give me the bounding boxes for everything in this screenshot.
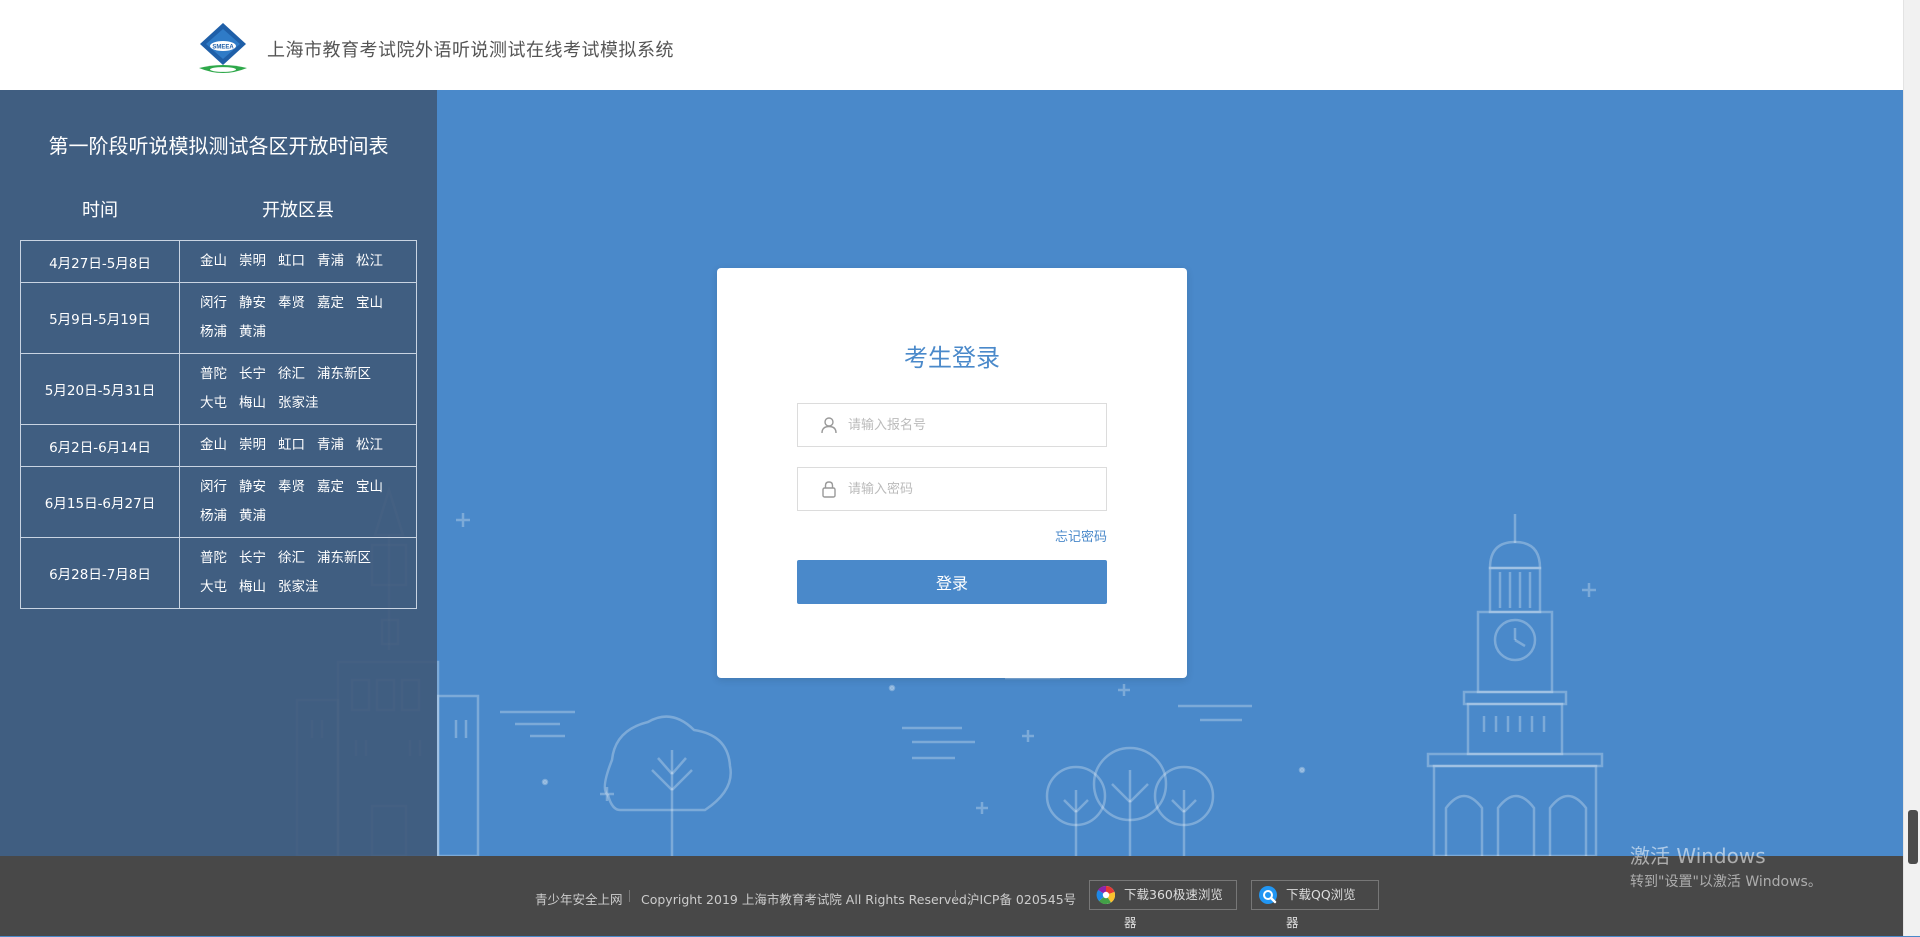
- activation-line-2: 转到"设置"以激活 Windows。: [1630, 874, 1822, 890]
- schedule-panel: 第一阶段听说模拟测试各区开放时间表 时间 开放区县 4月27日-5月8日 金山 崇明…: [0, 90, 437, 856]
- schedule-title: 第一阶段听说模拟测试各区开放时间表: [48, 134, 389, 158]
- district-name: 黄浦: [239, 324, 266, 340]
- svg-text:SMEEA: SMEEA: [212, 45, 234, 51]
- district-name: 宝山: [356, 479, 383, 495]
- district-name: 普陀: [200, 366, 227, 382]
- district-name: 青浦: [317, 253, 344, 269]
- district-name: 松江: [356, 253, 383, 269]
- schedule-header-districts: 开放区县: [262, 200, 334, 221]
- district-name: 松江: [356, 437, 383, 453]
- district-name: 长宁: [239, 550, 266, 566]
- footer: 青少年安全上网 Copyright 2019 上海市教育考试院 All Righ…: [0, 856, 1904, 936]
- district-name: 长宁: [239, 366, 266, 382]
- district-name: 嘉定: [317, 479, 344, 495]
- district-name: 奉贤: [278, 295, 305, 311]
- district-name: 崇明: [239, 437, 266, 453]
- qq-browser-icon: [1259, 886, 1277, 904]
- district-name: 静安: [239, 295, 266, 311]
- schedule-districts-cell: 金山 崇明 虹口 青浦 松江: [179, 240, 417, 283]
- username-field[interactable]: [797, 403, 1107, 447]
- password-input[interactable]: [848, 468, 1098, 510]
- schedule-time-cell: 6月28日-7月8日: [20, 537, 180, 609]
- schedule-time-cell: 5月9日-5月19日: [20, 282, 180, 354]
- login-button[interactable]: 登录: [797, 560, 1107, 604]
- footer-divider: [629, 890, 630, 902]
- district-name: 梅山: [239, 395, 266, 411]
- download-360-label: 下载360极速浏览器: [1124, 887, 1223, 930]
- district-name: 普陀: [200, 550, 227, 566]
- schedule-districts-cell: 闵行 静安 奉贤 嘉定 宝山杨浦 黄浦: [179, 466, 417, 538]
- schedule-row: 5月20日-5月31日 普陀 长宁 徐汇 浦东新区大屯 梅山 张家洼: [20, 353, 417, 425]
- district-name: 梅山: [239, 579, 266, 595]
- district-name: 张家洼: [278, 395, 319, 411]
- activation-line-1: 激活 Windows: [1630, 844, 1766, 868]
- download-qq-browser-button[interactable]: 下载QQ浏览器: [1251, 880, 1379, 930]
- schedule-row: 6月2日-6月14日 金山 崇明 虹口 青浦 松江: [20, 424, 417, 467]
- site-title: 上海市教育考试院外语听说测试在线考试模拟系统: [267, 40, 674, 61]
- schedule-time-cell: 6月2日-6月14日: [20, 424, 180, 467]
- user-icon: [821, 417, 837, 434]
- schedule-row: 6月15日-6月27日 闵行 静安 奉贤 嘉定 宝山杨浦 黄浦: [20, 466, 417, 538]
- district-name: 闵行: [200, 479, 227, 495]
- district-name: 金山: [200, 253, 227, 269]
- schedule-districts-cell: 普陀 长宁 徐汇 浦东新区大屯 梅山 张家洼: [179, 353, 417, 425]
- district-name: 嘉定: [317, 295, 344, 311]
- smeea-logo: SMEEA: [199, 23, 247, 73]
- icp-link[interactable]: 沪ICP备 020545号: [967, 889, 1076, 908]
- schedule-districts-cell: 金山 崇明 虹口 青浦 松江: [179, 424, 417, 467]
- username-input[interactable]: [848, 404, 1098, 446]
- header: SMEEA 上海市教育考试院外语听说测试在线考试模拟系统: [0, 0, 1904, 90]
- copyright-text: Copyright 2019 上海市教育考试院 All Rights Reser…: [641, 892, 971, 907]
- district-name: 崇明: [239, 253, 266, 269]
- safe-internet-link[interactable]: 青少年安全上网: [535, 889, 623, 908]
- district-name: 大屯: [200, 579, 227, 595]
- district-name: 徐汇: [278, 550, 305, 566]
- district-name: 张家洼: [278, 579, 319, 595]
- district-name: 杨浦: [200, 508, 227, 524]
- district-name: 虹口: [278, 437, 305, 453]
- district-name: 浦东新区: [317, 366, 371, 382]
- district-name: 奉贤: [278, 479, 305, 495]
- download-qq-label: 下载QQ浏览器: [1286, 887, 1356, 930]
- footer-divider: [955, 890, 956, 902]
- schedule-districts-cell: 普陀 长宁 徐汇 浦东新区大屯 梅山 张家洼: [179, 537, 417, 609]
- vertical-scrollbar[interactable]: [1903, 0, 1920, 936]
- schedule-row: 6月28日-7月8日 普陀 长宁 徐汇 浦东新区大屯 梅山 张家洼: [20, 537, 417, 609]
- schedule-row: 5月9日-5月19日 闵行 静安 奉贤 嘉定 宝山杨浦 黄浦: [20, 282, 417, 354]
- schedule-row: 4月27日-5月8日 金山 崇明 虹口 青浦 松江: [20, 240, 417, 283]
- district-name: 虹口: [278, 253, 305, 269]
- download-360-browser-button[interactable]: 下载360极速浏览器: [1089, 880, 1237, 930]
- schedule-table: 4月27日-5月8日 金山 崇明 虹口 青浦 松江 5月9日-5月19日 闵行 静安 奉贤 嘉定 宝山…: [20, 240, 417, 609]
- district-name: 黄浦: [239, 508, 266, 524]
- district-name: 青浦: [317, 437, 344, 453]
- browser-360-icon: [1096, 885, 1116, 905]
- district-name: 闵行: [200, 295, 227, 311]
- scrollbar-thumb[interactable]: [1908, 810, 1918, 864]
- password-field[interactable]: [797, 467, 1107, 511]
- district-name: 大屯: [200, 395, 227, 411]
- login-card: 考生登录 忘记密码 登录: [717, 268, 1187, 678]
- schedule-header-time: 时间: [82, 200, 118, 221]
- lock-icon: [822, 481, 836, 498]
- district-name: 徐汇: [278, 366, 305, 382]
- schedule-time-cell: 6月15日-6月27日: [20, 466, 180, 538]
- district-name: 浦东新区: [317, 550, 371, 566]
- district-name: 静安: [239, 479, 266, 495]
- district-name: 金山: [200, 437, 227, 453]
- district-name: 宝山: [356, 295, 383, 311]
- district-name: 杨浦: [200, 324, 227, 340]
- main-area: 第一阶段听说模拟测试各区开放时间表 时间 开放区县 4月27日-5月8日 金山 崇明…: [0, 90, 1904, 856]
- login-title: 考生登录: [904, 344, 1000, 372]
- schedule-time-cell: 4月27日-5月8日: [20, 240, 180, 283]
- schedule-time-cell: 5月20日-5月31日: [20, 353, 180, 425]
- forgot-password-link[interactable]: 忘记密码: [1055, 526, 1107, 545]
- windows-activation-watermark: 激活 Windows 转到"设置"以激活 Windows。: [1630, 840, 1822, 891]
- schedule-districts-cell: 闵行 静安 奉贤 嘉定 宝山杨浦 黄浦: [179, 282, 417, 354]
